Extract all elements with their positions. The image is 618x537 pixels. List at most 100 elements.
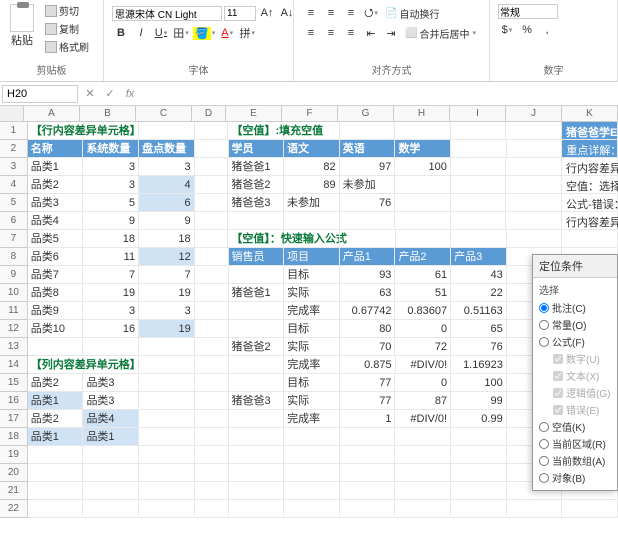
row-header-13[interactable]: 13 [0,338,28,356]
cell[interactable] [195,482,229,500]
cell[interactable] [195,302,229,320]
cell[interactable] [139,356,195,374]
cell[interactable] [139,446,195,464]
cell[interactable]: 1.16923 [451,356,507,374]
cell[interactable]: 品类2 [28,176,84,194]
cell[interactable] [396,230,452,248]
goto-comments[interactable]: 批注(C) [539,299,611,316]
cell[interactable]: 19 [139,284,195,302]
align-bottom-button[interactable]: ≡ [342,4,360,22]
align-center-button[interactable]: ≡ [322,24,340,42]
name-box[interactable] [2,85,78,103]
cell[interactable] [284,482,340,500]
cell[interactable] [28,464,84,482]
cell[interactable] [83,482,139,500]
cell[interactable] [340,212,396,230]
cell[interactable] [84,356,140,374]
comma-button[interactable]: , [538,21,556,39]
cell[interactable] [506,194,562,212]
cell[interactable] [451,230,507,248]
cell[interactable]: 76 [451,338,507,356]
col-header-C[interactable]: C [136,106,192,121]
cell[interactable] [195,122,229,140]
cell[interactable] [340,482,396,500]
cell[interactable]: 76 [340,194,396,212]
cell[interactable]: 目标 [284,266,340,284]
row-header-9[interactable]: 9 [0,266,28,284]
cell[interactable]: 70 [340,338,396,356]
orientation-button[interactable]: ⭯ [362,4,380,22]
cell[interactable]: 93 [340,266,396,284]
cell[interactable]: 空值：选择空单元格，再 [562,176,618,194]
cell[interactable] [284,500,340,518]
cell[interactable] [395,446,451,464]
cell[interactable]: 9 [139,212,195,230]
cell[interactable]: 0.875 [340,356,396,374]
cell[interactable]: 品类4 [83,410,139,428]
cell[interactable] [195,320,229,338]
cell[interactable] [195,356,229,374]
cell[interactable]: 3 [139,158,195,176]
cell[interactable]: #DIV/0! [396,356,452,374]
cell[interactable] [195,194,229,212]
cell[interactable]: 猪爸爸3 [228,194,284,212]
cell[interactable]: 系统数量 [83,140,139,158]
cell[interactable]: 0 [395,320,451,338]
cell[interactable] [340,428,396,446]
cell[interactable]: 品类1 [28,392,84,410]
cell[interactable] [507,500,563,518]
percent-button[interactable]: % [518,21,536,39]
cell[interactable] [451,176,507,194]
cell[interactable]: 品类6 [28,248,84,266]
cell[interactable] [229,266,285,284]
cell[interactable]: 65 [451,320,507,338]
cell[interactable] [139,428,195,446]
row-header-15[interactable]: 15 [0,374,28,392]
cell[interactable]: 19 [83,284,139,302]
cell[interactable] [84,122,140,140]
col-header-D[interactable]: D [192,106,226,121]
col-header-J[interactable]: J [506,106,562,121]
italic-button[interactable]: I [132,24,150,42]
cell[interactable] [451,464,507,482]
row-header-22[interactable]: 22 [0,500,28,518]
cell[interactable]: 4 [139,176,195,194]
cell[interactable]: 品类9 [28,302,84,320]
cell[interactable]: 品类2 [28,374,84,392]
cell[interactable] [228,212,284,230]
cell[interactable] [229,302,285,320]
cell[interactable] [284,446,340,464]
cell[interactable] [195,500,229,518]
cell[interactable] [139,500,195,518]
col-header-A[interactable]: A [24,106,80,121]
cell[interactable]: 9 [83,212,139,230]
cell[interactable]: 7 [83,266,139,284]
cell[interactable]: 3 [139,302,195,320]
cell[interactable] [139,410,195,428]
cell[interactable] [506,122,562,140]
cell[interactable]: 1 [340,410,396,428]
cell[interactable] [507,140,563,158]
row-header-7[interactable]: 7 [0,230,28,248]
cell[interactable] [195,410,229,428]
cell[interactable] [28,500,84,518]
font-family-select[interactable] [112,6,222,21]
cell[interactable]: 18 [83,230,139,248]
format-painter-button[interactable]: 格式刷 [42,38,92,55]
cell[interactable]: 99 [451,392,507,410]
cell[interactable]: 品类5 [28,230,84,248]
worksheet-grid[interactable]: ABCDEFGHIJK 1【行内容差异单元格】【空值】:填充空值猪爸爸学Exce… [0,106,618,537]
cell[interactable]: 猪爸爸2 [228,176,284,194]
cell[interactable]: 猪爸爸2 [229,338,285,356]
cell[interactable] [284,428,340,446]
cell[interactable]: 100 [395,158,451,176]
accept-formula-button[interactable]: ✓ [100,87,120,100]
row-header-20[interactable]: 20 [0,464,28,482]
cell[interactable] [195,392,229,410]
cell[interactable]: 猪爸爸3 [229,392,285,410]
row-header-3[interactable]: 3 [0,158,28,176]
cell[interactable]: 完成率 [284,356,340,374]
cell[interactable]: 品类1 [28,428,84,446]
increase-font-button[interactable]: A↑ [258,4,276,22]
cell[interactable]: 5 [83,194,139,212]
